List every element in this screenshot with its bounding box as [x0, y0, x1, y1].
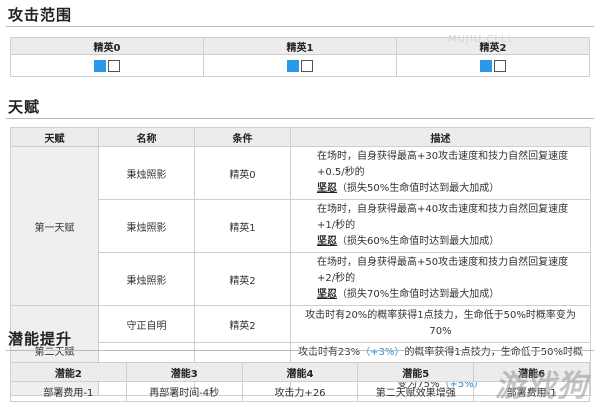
talent-description-text: 在场时，自身获得最高+30攻击速度和技力自然回复速度+0.5/秒的 [317, 151, 569, 178]
talent-description: 在场时，自身获得最高+40攻击速度和技力自然回复速度+1/秒的 坚忍（损失60%… [290, 199, 591, 253]
potential-header: 潜能5 [357, 362, 475, 382]
talent-description: 在场时，自身获得最高+30攻击速度和技力自然回复速度+0.5/秒的 坚忍（损失5… [290, 146, 591, 200]
talent-header-name: 名称 [98, 127, 195, 147]
talent-description: 攻击时有20%的概率获得1点技力，生命低于50%时概率变为70% [290, 305, 591, 343]
talent-name: 秉烛照影 [98, 252, 195, 306]
attack-range-cell [301, 59, 313, 72]
talent-name: 秉烛照影 [98, 199, 195, 253]
site-logo-watermark: 游戏狗 [495, 369, 588, 404]
talent-description-text: （损失50%生命值时达到最大加成） [337, 183, 500, 194]
range-grid-elite1 [203, 54, 397, 77]
attack-range-divider [6, 26, 594, 27]
talent-description-text: （损失60%生命值时达到最大加成） [337, 236, 500, 247]
talent-header-condition: 条件 [194, 127, 291, 147]
operator-position-cell [94, 59, 106, 72]
talent-header-row: 天赋 名称 条件 描述 [10, 127, 591, 147]
table-row: 第二天赋 守正自明 精英2 攻击时有20%的概率获得1点技力，生命低于50%时概… [10, 305, 591, 396]
talent-term: 坚忍 [317, 183, 337, 194]
talent-divider [6, 118, 594, 119]
talent-term: 坚忍 [317, 289, 337, 300]
talent-group-label: 第一天赋 [10, 146, 99, 306]
potential-divider [6, 350, 594, 351]
attack-range-grid-row [10, 54, 590, 77]
talent-condition: 精英2 [194, 305, 291, 343]
potential-header: 潜能3 [125, 362, 243, 382]
talent-description-text: （损失70%生命值时达到最大加成） [337, 289, 500, 300]
talent-bonus-value: （+3%） [360, 347, 405, 358]
attack-range-cell [108, 59, 120, 72]
range-header-elite1: 精英1 [203, 37, 397, 55]
table-row: 第一天赋 秉烛照影 精英0 在场时，自身获得最高+30攻击速度和技力自然回复速度… [10, 146, 591, 306]
talent-condition: 精英1 [194, 199, 291, 253]
talent-name: 秉烛照影 [98, 146, 195, 200]
range-grid-elite2 [396, 54, 590, 77]
talent-term: 坚忍 [317, 236, 337, 247]
potential-header: 潜能2 [10, 362, 127, 382]
operator-position-cell [480, 59, 492, 72]
potential-value: 再部署时间-4秒 [125, 381, 243, 402]
talent-header-talent: 天赋 [10, 127, 99, 147]
range-header-elite0: 精英0 [10, 37, 204, 55]
talent-name: 守正自明 [98, 305, 195, 343]
attack-range-cell [494, 59, 506, 72]
range-grid-elite0 [10, 54, 204, 77]
attack-range-title: 攻击范围 [8, 6, 73, 24]
operator-position-cell [287, 59, 299, 72]
talent-description-text: 在场时，自身获得最高+50攻击速度和技力自然回复速度+2/秒的 [317, 257, 569, 284]
talent-header-description: 描述 [290, 127, 591, 147]
talent-title: 天赋 [8, 98, 41, 116]
talent-condition: 精英0 [194, 146, 291, 200]
potential-value: 部署费用-1 [10, 381, 127, 402]
talent-description-text: 攻击时有23% [297, 347, 361, 358]
potential-value: 攻击力+26 [241, 381, 359, 402]
talent-description-text: 在场时，自身获得最高+40攻击速度和技力自然回复速度+1/秒的 [317, 204, 569, 231]
potential-value: 第二天赋效果增强 [357, 381, 475, 402]
talent-condition: 精英2 [194, 252, 291, 306]
talent-description: 在场时，自身获得最高+50攻击速度和技力自然回复速度+2/秒的 坚忍（损失70%… [290, 252, 591, 306]
potential-header: 潜能4 [241, 362, 359, 382]
potential-title: 潜能提升 [8, 330, 73, 348]
watermark-text: MUJIU.CLLL [448, 34, 515, 45]
talent-table: 天赋 名称 条件 描述 第一天赋 秉烛照影 精英0 在场时，自身获得最高+30攻… [10, 127, 591, 396]
